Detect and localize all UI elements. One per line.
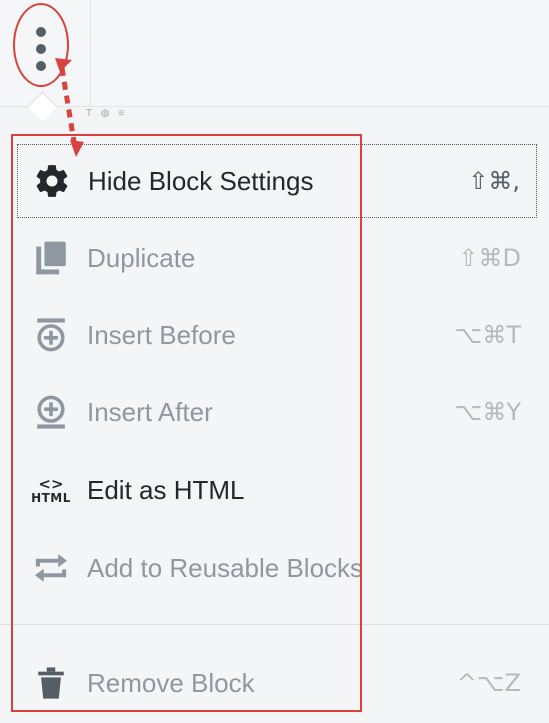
block-toolbar-area <box>0 0 549 106</box>
mini-format-toolbar: T ◍ ≡ <box>86 108 128 119</box>
menu-item-edit-as-html[interactable]: <> HTML Edit as HTML <box>17 453 537 527</box>
block-settings-menu: Hide Block Settings ⇧⌘, Duplicate ⇧⌘D In… <box>0 125 549 723</box>
menu-item-label: Remove Block <box>87 667 255 698</box>
gear-icon <box>32 161 72 201</box>
vertical-ellipsis-icon <box>36 27 46 37</box>
menu-item-label: Duplicate <box>87 242 196 273</box>
keyboard-shortcut: ⇧⌘D <box>458 244 521 272</box>
insert-before-icon <box>31 315 71 355</box>
html-icon-word: HTML <box>31 490 71 505</box>
duplicate-icon <box>31 238 71 278</box>
menu-item-label: Insert Before <box>87 319 236 350</box>
keyboard-shortcut: ⇧⌘, <box>468 167 520 195</box>
menu-item-insert-after[interactable]: Insert After ⌥⌘Y <box>17 375 537 449</box>
menu-item-hide-block-settings[interactable]: Hide Block Settings ⇧⌘, <box>17 144 537 218</box>
keyboard-shortcut: ⌥⌘Y <box>454 398 521 426</box>
toolbar-bottom-border <box>0 106 549 107</box>
menu-item-label: Hide Block Settings <box>88 165 314 196</box>
menu-item-label: Insert After <box>87 396 213 427</box>
reusable-icon <box>31 548 71 588</box>
menu-item-label: Edit as HTML <box>87 474 245 505</box>
menu-item-remove-block[interactable]: Remove Block ^⌥Z <box>17 646 537 720</box>
menu-item-insert-before[interactable]: Insert Before ⌥⌘T <box>17 298 537 372</box>
keyboard-shortcut: ^⌥Z <box>456 669 521 697</box>
keyboard-shortcut: ⌥⌘T <box>454 321 521 349</box>
menu-item-add-to-reusable-blocks[interactable]: Add to Reusable Blocks <box>17 531 537 605</box>
toolbar-divider <box>90 0 91 106</box>
menu-separator <box>0 624 549 625</box>
html-icon: <> HTML <box>31 470 71 510</box>
ellipsis-dot <box>36 44 46 54</box>
trash-icon <box>31 663 71 703</box>
insert-after-icon <box>31 392 71 432</box>
editor-viewport: T ◍ ≡ Hide Block Settings ⇧⌘, Duplicate <box>0 0 549 723</box>
html-icon-brackets: <> <box>38 474 64 493</box>
more-options-button[interactable] <box>13 3 69 87</box>
menu-item-duplicate[interactable]: Duplicate ⇧⌘D <box>17 221 537 295</box>
ellipsis-dot <box>36 61 46 71</box>
menu-item-label: Add to Reusable Blocks <box>87 552 364 583</box>
